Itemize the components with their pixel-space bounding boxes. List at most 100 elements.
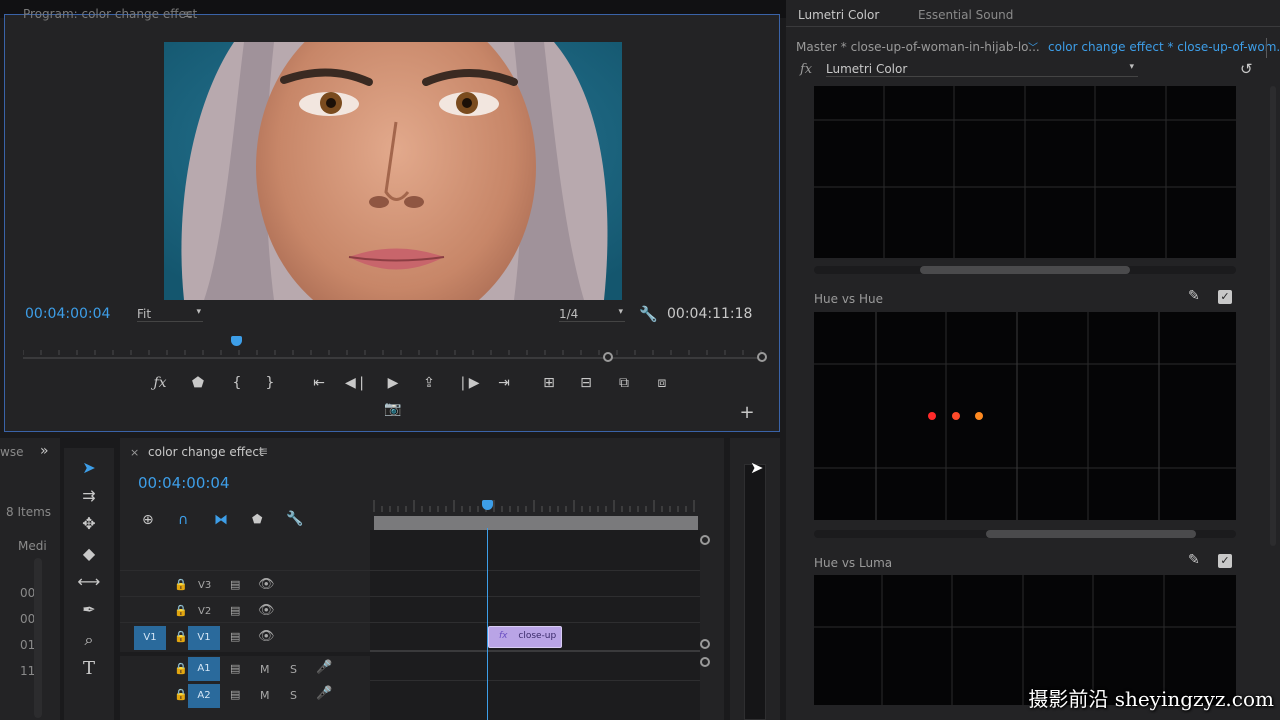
eyedropper-icon[interactable]: ✎	[1188, 552, 1200, 568]
sequence-clip-label[interactable]: color change effect * close-up-of-wom...	[1048, 40, 1280, 54]
eyedropper-icon[interactable]: ✎	[1188, 288, 1200, 304]
sync-lock-icon[interactable]: ▤	[230, 578, 240, 591]
video-scroll-handle-top[interactable]	[700, 535, 710, 545]
sync-lock-icon[interactable]: ▤	[230, 688, 240, 701]
mute-button[interactable]: M	[260, 689, 270, 702]
tab-essential-sound[interactable]: Essential Sound	[918, 8, 1013, 22]
timeline-timecode[interactable]: 00:04:00:04	[138, 474, 230, 492]
reset-icon[interactable]: ↺	[1240, 60, 1253, 78]
track-target-v1[interactable]: V1	[188, 626, 220, 650]
tab-lumetri-color[interactable]: Lumetri Color	[798, 8, 879, 22]
step-forward-icon[interactable]: ❘▶	[457, 375, 480, 391]
hue-vs-hue-graph[interactable]	[814, 312, 1236, 520]
timeline-settings-wrench-icon[interactable]: 🔧	[286, 511, 303, 527]
lift-icon[interactable]: ⊞	[538, 375, 560, 391]
hue-vs-hue-curve	[814, 312, 1236, 520]
sync-lock-icon[interactable]: ▤	[230, 662, 240, 675]
audio-scroll-handle-top[interactable]	[700, 657, 710, 667]
selection-tool-icon[interactable]: ➤	[76, 458, 102, 482]
add-marker-icon[interactable]: ⬟	[187, 375, 209, 391]
source-patch-v1[interactable]: V1	[134, 626, 166, 650]
video-scroll-handle-bottom[interactable]	[700, 639, 710, 649]
mute-button[interactable]: M	[260, 663, 270, 676]
extract-icon[interactable]: ⊟	[575, 375, 597, 391]
eye-icon[interactable]: 👁	[258, 603, 275, 618]
step-back-icon[interactable]: ◀❘	[345, 375, 368, 391]
eye-icon[interactable]: 👁	[258, 577, 275, 592]
solo-button[interactable]: S	[290, 663, 297, 676]
track-select-tool-icon[interactable]: ⇉	[76, 486, 102, 510]
play-in-to-out-icon[interactable]: ⇪	[418, 375, 440, 391]
panel-overflow-icon[interactable]: »	[40, 443, 49, 459]
play-icon[interactable]: ▶	[382, 375, 404, 391]
project-row-1[interactable]: 00	[20, 612, 35, 626]
chevron-down-icon: ▾	[196, 307, 201, 317]
program-scrub-bar[interactable]	[23, 336, 767, 362]
resolution-dropdown[interactable]: 1/4 ▾	[559, 307, 625, 322]
timeline-clip[interactable]: fx close-up	[488, 626, 562, 648]
ripple-edit-tool-icon[interactable]: ✥	[76, 514, 102, 538]
project-tab-label[interactable]: wse	[0, 445, 23, 459]
lock-icon[interactable]: 🔒	[174, 630, 188, 643]
lock-icon[interactable]: 🔒	[174, 604, 188, 617]
program-menu-icon[interactable]: ≡	[183, 7, 193, 21]
in-point-handle[interactable]	[603, 352, 613, 362]
wrench-icon[interactable]: 🔧	[639, 305, 658, 323]
hue-vs-luma-enable-checkbox[interactable]: ✓	[1218, 554, 1232, 568]
effect-dropdown[interactable]: Lumetri Color ▾	[826, 62, 1138, 77]
timeline-title[interactable]: color change effect	[148, 445, 264, 459]
lock-icon[interactable]: 🔒	[174, 688, 188, 701]
export-frame-compare-icon[interactable]: ⧉	[613, 375, 635, 391]
microphone-icon[interactable]: 🎤	[316, 660, 332, 675]
razor-tool-icon[interactable]: ◆	[76, 544, 102, 568]
timeline-menu-icon[interactable]: ≡	[258, 444, 268, 458]
curve-graph-top[interactable]	[814, 86, 1236, 258]
curve-control-point	[952, 412, 960, 420]
project-row-3[interactable]: 11	[20, 664, 35, 678]
zoom-tool-icon[interactable]: ⌕	[76, 630, 102, 654]
camera-icon[interactable]: 📷	[382, 401, 404, 417]
project-scrollbar[interactable]	[34, 558, 42, 718]
track-target-a1[interactable]: A1	[188, 657, 220, 681]
mark-in-icon[interactable]: {	[226, 375, 248, 391]
fit-dropdown[interactable]: Fit ▾	[137, 307, 203, 322]
hue-vs-hue-scrollbar[interactable]	[814, 530, 1236, 538]
project-row-2[interactable]: 01	[20, 638, 35, 652]
lock-icon[interactable]: 🔒	[174, 662, 188, 675]
eye-icon[interactable]: 👁	[258, 629, 275, 644]
program-video-frame	[164, 42, 622, 300]
linked-selection-icon[interactable]: ⧓	[214, 512, 228, 528]
pen-tool-icon[interactable]: ✒	[76, 600, 102, 624]
slip-tool-icon[interactable]: ⟷	[76, 572, 102, 596]
out-point-handle[interactable]	[757, 352, 767, 362]
add-marker-icon[interactable]: ⬟	[252, 512, 262, 526]
scrollbar-thumb[interactable]	[920, 266, 1130, 274]
fx-toggle-icon[interactable]: ƒx	[149, 375, 171, 391]
project-column-header[interactable]: Medi	[18, 539, 47, 553]
timeline-track-area[interactable]	[370, 530, 700, 720]
type-tool-icon[interactable]: T	[76, 658, 102, 682]
close-icon[interactable]: ×	[130, 446, 139, 459]
scrollbar-thumb[interactable]	[986, 530, 1196, 538]
nest-toggle-icon[interactable]: ⊕	[142, 512, 154, 528]
snap-icon[interactable]: ∩	[178, 512, 188, 528]
microphone-icon[interactable]: 🎤	[316, 686, 332, 701]
clip-name: close-up	[518, 631, 557, 641]
curve-top-scrollbar[interactable]	[814, 266, 1236, 274]
comparison-view-icon[interactable]: ⧈	[651, 375, 673, 391]
add-button-icon[interactable]: +	[736, 402, 758, 423]
sync-lock-icon[interactable]: ▤	[230, 604, 240, 617]
track-target-a2[interactable]: A2	[188, 684, 220, 708]
project-row-0[interactable]: 00	[20, 586, 35, 600]
program-current-timecode[interactable]: 00:04:00:04	[25, 306, 110, 322]
solo-button[interactable]: S	[290, 689, 297, 702]
sync-lock-icon[interactable]: ▤	[230, 630, 240, 643]
lock-icon[interactable]: 🔒	[174, 578, 188, 591]
mark-out-icon[interactable]: }	[259, 375, 281, 391]
chevron-down-icon[interactable]: ﹀	[1028, 39, 1038, 54]
hue-vs-hue-enable-checkbox[interactable]: ✓	[1218, 290, 1232, 304]
go-to-out-icon[interactable]: ⇥	[493, 375, 515, 391]
go-to-in-icon[interactable]: ⇤	[308, 375, 330, 391]
master-clip-label[interactable]: Master * close-up-of-woman-in-hijab-lo..…	[796, 40, 1040, 54]
lumetri-scrollbar[interactable]	[1270, 86, 1276, 546]
